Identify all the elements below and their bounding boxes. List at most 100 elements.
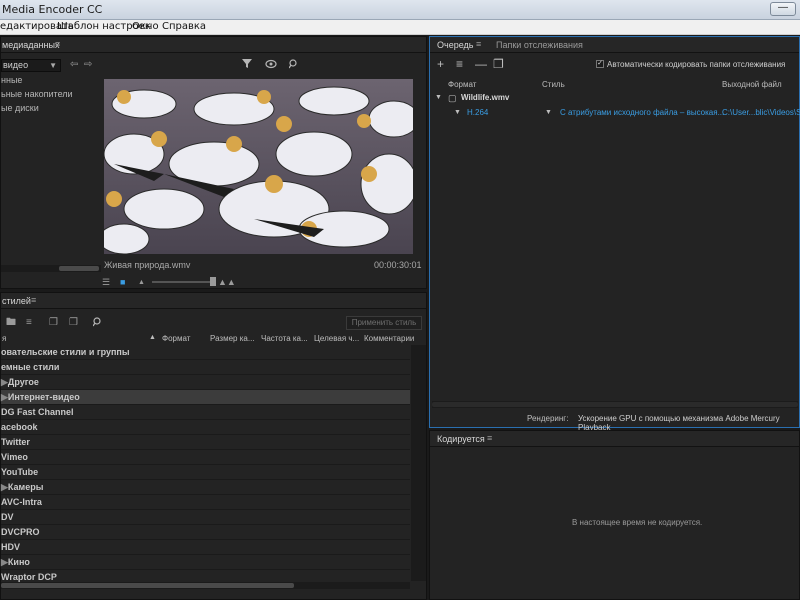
chevron-down-icon: ▼ xyxy=(49,61,57,70)
expand-triangle-icon[interactable]: ▶ xyxy=(1,392,8,402)
expand-triangle-icon[interactable]: ▶ xyxy=(1,557,8,567)
zoom-out-icon[interactable]: ▲ xyxy=(138,278,145,288)
panel-menu-icon[interactable]: ≡ xyxy=(476,39,481,49)
tab-queue[interactable]: Очередь xyxy=(437,40,473,50)
tree-item[interactable]: нные xyxy=(1,75,22,85)
preset-folder-row[interactable]: ▶Другое xyxy=(1,375,410,390)
preset-folder-row[interactable]: ▶Кино xyxy=(1,555,410,570)
view-eye-icon[interactable] xyxy=(265,59,279,72)
encoding-empty-message: В настоящее время не кодируется. xyxy=(572,518,703,527)
encoding-panel: Кодируется ≡ В настоящее время не кодиру… xyxy=(429,430,800,600)
location-dropdown-value: видео xyxy=(3,60,29,70)
search-icon[interactable] xyxy=(288,59,303,72)
window-title: Media Encoder CC xyxy=(2,3,103,16)
auto-encode-label: Автоматически кодировать папки отслежива… xyxy=(607,60,786,69)
duplicate-icon[interactable]: ❐ xyxy=(493,58,504,70)
preset-browser-tab[interactable]: стилей xyxy=(2,296,31,306)
back-arrow-icon[interactable]: ⇦ xyxy=(70,60,78,70)
chevron-down-icon[interactable]: ▼ xyxy=(545,109,552,116)
preset-folder-row[interactable]: Twitter xyxy=(1,435,410,450)
menu-help[interactable]: Справка xyxy=(162,21,206,32)
panel-menu-icon[interactable]: ≡ xyxy=(31,295,36,305)
scroll-thumb[interactable] xyxy=(432,402,798,407)
location-dropdown[interactable]: видео ▼ xyxy=(1,59,61,72)
output-path-link[interactable]: C:\User...blic\Videos\S xyxy=(722,108,800,117)
column-name[interactable]: я xyxy=(2,334,6,343)
source-file-name[interactable]: Wildlife.wmv xyxy=(461,93,509,102)
source-file-icon: ▢ xyxy=(448,93,457,103)
preview-timecode: 00:00:30:01 xyxy=(374,260,422,270)
apply-preset-button[interactable]: Применить стиль xyxy=(346,316,422,330)
queue-scrollbar[interactable] xyxy=(432,401,798,408)
sort-triangle-icon[interactable]: ▲ xyxy=(149,334,156,341)
menu-window[interactable]: Окно xyxy=(132,21,159,32)
preset-horizontal-scrollbar[interactable] xyxy=(1,582,410,589)
preset-folder-row[interactable]: DVCPRO xyxy=(1,525,410,540)
column-frame-rate[interactable]: Частота ка... xyxy=(261,334,308,343)
tree-item[interactable]: ые диски xyxy=(1,103,39,113)
zoom-slider-handle[interactable] xyxy=(210,277,216,286)
expand-triangle-icon[interactable]: ▼ xyxy=(454,109,461,116)
preset-folder-row[interactable]: Vimeo xyxy=(1,450,410,465)
gannets-image xyxy=(104,79,413,254)
video-preview-thumbnail[interactable] xyxy=(104,79,413,254)
tab-watch-folders[interactable]: Папки отслеживания xyxy=(496,40,583,50)
expand-triangle-icon[interactable]: ▶ xyxy=(1,482,8,492)
preset-folder-row[interactable]: acebook xyxy=(1,420,410,435)
zoom-slider[interactable] xyxy=(152,281,212,283)
expand-triangle-icon[interactable]: ▼ xyxy=(435,94,442,101)
preset-folder-row[interactable]: DG Fast Channel xyxy=(1,405,410,420)
zoom-in-icon[interactable]: ▲▲ xyxy=(218,277,236,287)
output-format-link[interactable]: H.264 xyxy=(467,108,488,117)
search-icon[interactable] xyxy=(92,317,107,330)
queue-tab-header: Очередь ≡ Папки отслеживания xyxy=(430,37,799,53)
new-preset-icon[interactable]: 🖿 xyxy=(6,318,16,328)
media-browser-tab-header: медиаданных ≡ xyxy=(1,37,426,53)
media-browser-tab[interactable]: медиаданных xyxy=(2,40,59,50)
preset-folder-row[interactable]: HDV xyxy=(1,540,410,555)
column-target-rate[interactable]: Целевая ч... xyxy=(314,334,359,343)
preset-folder-row[interactable]: YouTube xyxy=(1,465,410,480)
export-preset-icon[interactable]: ❐ xyxy=(69,318,78,328)
expand-triangle-icon[interactable]: ▶ xyxy=(1,377,8,387)
encoding-tab-header: Кодируется ≡ xyxy=(430,431,799,447)
column-format[interactable]: Формат xyxy=(162,334,190,343)
preset-folder-row-selected[interactable]: ▶Интернет-видео xyxy=(1,390,410,405)
filter-icon[interactable] xyxy=(242,59,254,72)
preset-browser-tab-header: стилей ≡ xyxy=(1,293,426,309)
remove-icon[interactable]: — xyxy=(475,58,487,70)
add-source-icon[interactable]: + xyxy=(437,58,444,70)
menu-bar: едактировать Шаблон настроек Окно Справк… xyxy=(0,20,800,35)
column-format[interactable]: Формат xyxy=(448,80,476,89)
scroll-thumb[interactable] xyxy=(1,583,294,588)
list-view-icon[interactable]: ☰ xyxy=(102,277,110,287)
preset-folder-row[interactable]: DV xyxy=(1,510,410,525)
preview-filename: Живая природа.wmv xyxy=(104,260,191,270)
tree-scrollbar[interactable] xyxy=(1,265,101,272)
import-preset-icon[interactable]: ❐ xyxy=(49,318,58,328)
preset-group-row[interactable]: овательские стили и группы xyxy=(1,345,410,360)
scroll-thumb[interactable] xyxy=(59,266,99,271)
column-preset[interactable]: Стиль xyxy=(542,80,565,89)
column-comments[interactable]: Комментарии xyxy=(364,334,414,343)
preset-vertical-scrollbar[interactable] xyxy=(411,345,426,581)
panel-menu-icon[interactable]: ≡ xyxy=(55,39,60,49)
panel-menu-icon[interactable]: ≡ xyxy=(487,433,492,443)
preset-settings-icon[interactable]: ≡ xyxy=(26,318,32,328)
preset-group-row[interactable]: емные стили xyxy=(1,360,410,375)
preset-folder-row[interactable]: AVC-Intra xyxy=(1,495,410,510)
preset-browser-panel: стилей ≡ 🖿 ≡ ❐ ❐ я ▲ Формат Размер ка...… xyxy=(0,292,427,600)
renderer-label: Рендеринг: xyxy=(527,414,569,423)
forward-arrow-icon[interactable]: ⇨ xyxy=(84,60,92,70)
preset-folder-row[interactable]: ▶Камеры xyxy=(1,480,410,495)
settings-sliders-icon[interactable]: ≡ xyxy=(456,58,463,70)
window-title-bar: Media Encoder CC — xyxy=(0,0,800,20)
minimize-button[interactable]: — xyxy=(770,2,796,16)
output-preset-link[interactable]: С атрибутами исходного файла – высокая..… xyxy=(560,108,724,117)
column-output-file[interactable]: Выходной файл xyxy=(722,80,782,89)
icon-view-icon[interactable]: ■ xyxy=(120,277,125,287)
column-frame-size[interactable]: Размер ка... xyxy=(210,334,255,343)
auto-encode-checkbox[interactable]: ✓ xyxy=(596,60,604,68)
tree-item[interactable]: ьные накопители xyxy=(1,89,73,99)
encoding-tab[interactable]: Кодируется xyxy=(437,434,485,444)
